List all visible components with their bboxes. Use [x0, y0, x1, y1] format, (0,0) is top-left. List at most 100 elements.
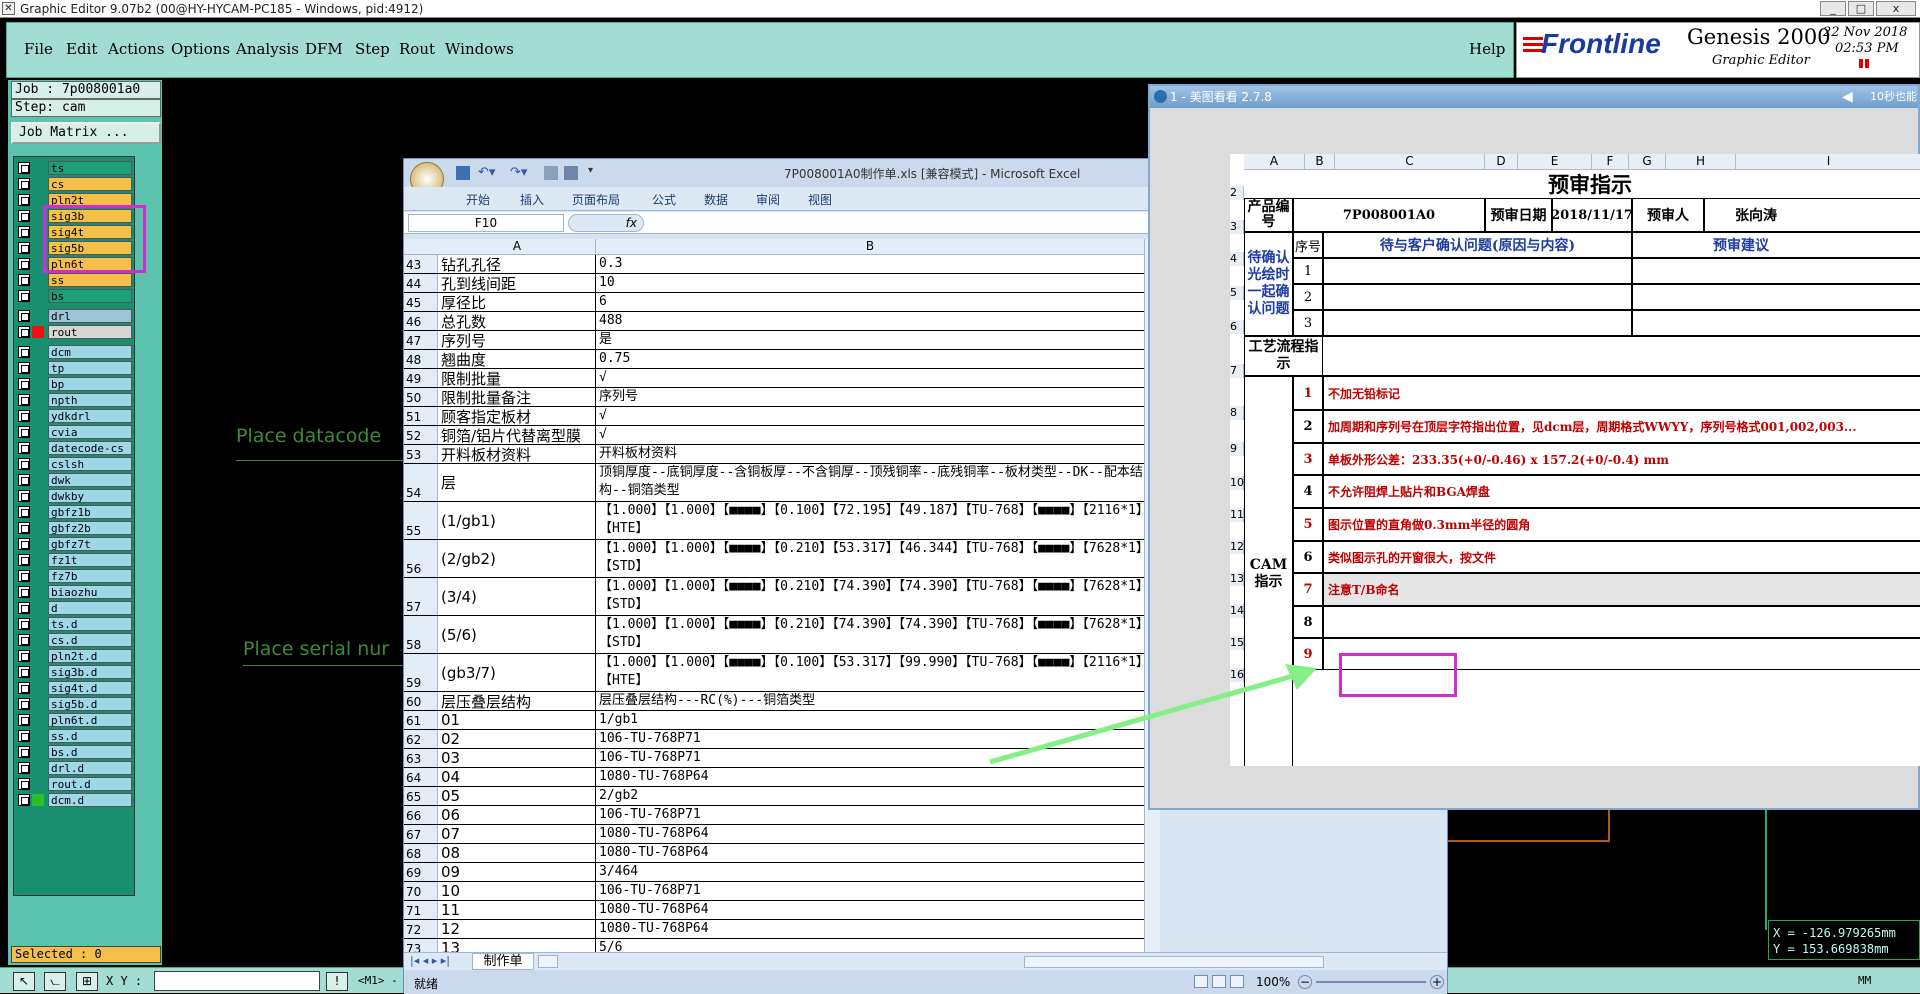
layer-checkbox[interactable] — [18, 426, 30, 438]
layer-color-swatch[interactable] — [32, 698, 44, 710]
layer-checkbox[interactable] — [18, 746, 30, 758]
layer-checkbox[interactable] — [18, 570, 30, 582]
cell-a[interactable]: 序列号 — [439, 331, 596, 349]
layer-color-swatch[interactable] — [32, 730, 44, 742]
layer-name[interactable]: cs.d — [48, 633, 132, 647]
layer-name[interactable]: rout — [48, 325, 132, 339]
sheet-tab[interactable]: 制作单 — [472, 953, 534, 970]
layer-name[interactable]: dwkby — [48, 489, 132, 503]
cell-a[interactable]: 11 — [439, 901, 596, 919]
measure-tool-icon[interactable]: ⦦ — [44, 972, 66, 991]
layer-color-swatch[interactable] — [32, 362, 44, 374]
row-number[interactable]: 45 — [404, 293, 438, 311]
row-number[interactable]: 69 — [404, 863, 438, 881]
close-button[interactable]: x — [1876, 1, 1916, 16]
col-header-a[interactable]: A — [439, 239, 596, 255]
tab-home[interactable]: 开始 — [466, 191, 490, 208]
layer-checkbox[interactable] — [18, 290, 30, 302]
layer-row-pln6t-d[interactable]: pln6t.d — [16, 713, 134, 727]
layer-row-cs[interactable]: cs — [16, 177, 134, 191]
cell-b[interactable]: 10 — [597, 274, 1143, 292]
row-number[interactable]: 60 — [404, 692, 438, 710]
row-number[interactable]: 54 — [404, 464, 438, 501]
layer-checkbox[interactable] — [18, 634, 30, 646]
menu-actions[interactable]: Actions — [108, 40, 164, 58]
layer-name[interactable]: rout.d — [48, 777, 132, 791]
tab-insert[interactable]: 插入 — [520, 191, 544, 208]
layer-checkbox[interactable] — [18, 554, 30, 566]
tab-review[interactable]: 审阅 — [756, 191, 780, 208]
layer-row-sig5b-d[interactable]: sig5b.d — [16, 697, 134, 711]
layer-color-swatch[interactable] — [32, 162, 44, 174]
cell-b[interactable]: √ — [597, 426, 1143, 444]
layer-color-swatch[interactable] — [32, 794, 44, 806]
row-number[interactable]: 51 — [404, 407, 438, 425]
layer-name[interactable]: drl.d — [48, 761, 132, 775]
cell-b[interactable]: 【1.000】【1.000】【■■■■】【0.210】【74.390】【74.3… — [597, 616, 1143, 653]
layer-checkbox[interactable] — [18, 506, 30, 518]
cell-a[interactable]: 铜箔/铝片代替离型膜 — [439, 426, 596, 444]
cell-a[interactable]: (3/4) — [439, 578, 596, 615]
layer-row-sig4t-d[interactable]: sig4t.d — [16, 681, 134, 695]
layer-color-swatch[interactable] — [32, 762, 44, 774]
cell-a[interactable]: (5/6) — [439, 616, 596, 653]
cell-a[interactable]: 04 — [439, 768, 596, 786]
tab-data[interactable]: 数据 — [704, 191, 728, 208]
menu-options[interactable]: Options — [171, 40, 230, 58]
redo-icon[interactable]: ↷▾ — [510, 165, 527, 180]
cell-a[interactable]: 13 — [439, 939, 596, 952]
layer-checkbox[interactable] — [18, 458, 30, 470]
layer-checkbox[interactable] — [18, 178, 30, 190]
layer-name[interactable]: ts.d — [48, 617, 132, 631]
layer-row-rout-d[interactable]: rout.d — [16, 777, 134, 791]
layer-name[interactable]: bs — [48, 289, 132, 303]
layer-name[interactable]: sig3b.d — [48, 665, 132, 679]
insert-sheet-icon[interactable] — [538, 955, 558, 968]
layer-checkbox[interactable] — [18, 698, 30, 710]
layer-checkbox[interactable] — [18, 242, 30, 254]
cell-b[interactable]: 1080-TU-768P64 — [597, 844, 1143, 862]
layer-checkbox[interactable] — [18, 586, 30, 598]
cell-b[interactable]: 【1.000】【1.000】【■■■■】【0.210】【53.317】【46.3… — [597, 540, 1143, 577]
layer-checkbox[interactable] — [18, 474, 30, 486]
layer-color-swatch[interactable] — [32, 586, 44, 598]
layer-color-swatch[interactable] — [32, 178, 44, 190]
select-tool-icon[interactable]: ↖ — [13, 972, 35, 991]
menu-edit[interactable]: Edit — [66, 40, 97, 58]
row-number[interactable]: 68 — [404, 844, 438, 862]
layer-color-swatch[interactable] — [32, 746, 44, 758]
menu-windows[interactable]: Windows — [445, 40, 514, 58]
layer-row-sig3b-d[interactable]: sig3b.d — [16, 665, 134, 679]
row-number[interactable]: 57 — [404, 578, 438, 615]
cell-a[interactable]: 翘曲度 — [439, 350, 596, 368]
layer-color-swatch[interactable] — [32, 522, 44, 534]
layer-name[interactable]: npth — [48, 393, 132, 407]
cell-a[interactable]: 10 — [439, 882, 596, 900]
cell-b[interactable]: 1080-TU-768P64 — [597, 768, 1143, 786]
layer-color-swatch[interactable] — [32, 346, 44, 358]
minimize-button[interactable]: _ — [1820, 1, 1846, 16]
row-number[interactable]: 59 — [404, 654, 438, 691]
print-preview-icon[interactable] — [544, 166, 558, 180]
menu-analysis[interactable]: Analysis — [236, 40, 299, 58]
layer-name[interactable]: sig5b.d — [48, 697, 132, 711]
menu-rout[interactable]: Rout — [399, 40, 435, 58]
layer-row-cs-d[interactable]: cs.d — [16, 633, 134, 647]
layer-row-dwkby[interactable]: dwkby — [16, 489, 134, 503]
row-number[interactable]: 65 — [404, 787, 438, 805]
layer-name[interactable]: pln2t.d — [48, 649, 132, 663]
menu-dfm[interactable]: DFM — [305, 40, 343, 58]
tab-page-layout[interactable]: 页面布局 — [572, 191, 620, 208]
layer-row-ss-d[interactable]: ss.d — [16, 729, 134, 743]
layer-checkbox[interactable] — [18, 538, 30, 550]
layer-name[interactable]: ydkdrl — [48, 409, 132, 423]
cell-b[interactable]: 0.75 — [597, 350, 1143, 368]
layer-row-datecode-cs[interactable]: datecode-cs — [16, 441, 134, 455]
zoom-out-icon[interactable]: − — [1298, 975, 1312, 989]
layer-checkbox[interactable] — [18, 778, 30, 790]
tab-view[interactable]: 视图 — [808, 191, 832, 208]
zoom-slider[interactable] — [1316, 981, 1426, 983]
cell-b[interactable]: 顶铜厚度--底铜厚度--含铜板厚--不含铜厚--顶残铜率--底残铜率--板材类型… — [597, 464, 1143, 501]
layer-row-biaozhu[interactable]: biaozhu — [16, 585, 134, 599]
row-number[interactable]: 64 — [404, 768, 438, 786]
